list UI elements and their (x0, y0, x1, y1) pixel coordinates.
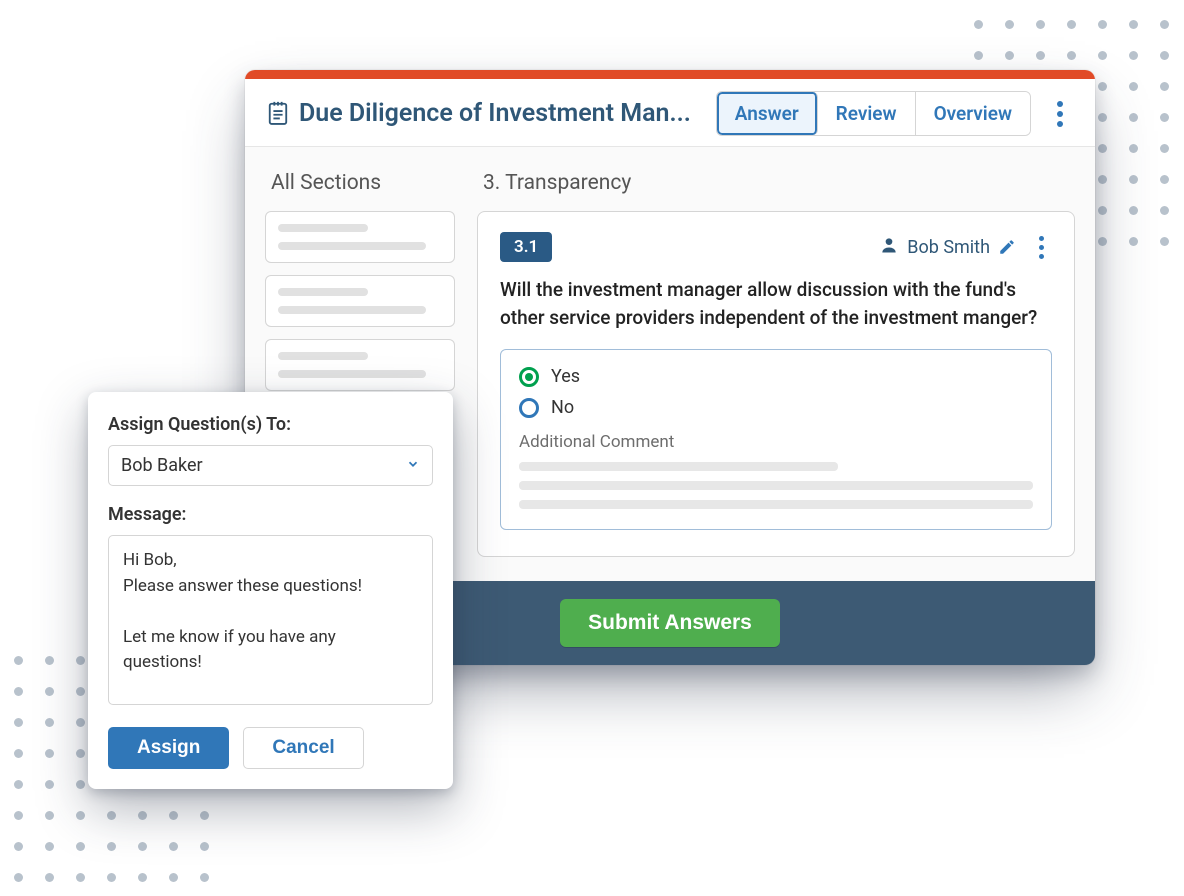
header-options-menu[interactable] (1045, 97, 1075, 131)
sidebar-item[interactable] (265, 339, 455, 391)
document-icon (267, 101, 289, 127)
radio-selected-icon (519, 367, 539, 387)
submit-answers-button[interactable]: Submit Answers (560, 599, 780, 647)
question-number-badge: 3.1 (500, 232, 552, 262)
sidebar-heading: All Sections (265, 165, 455, 211)
answer-box: Yes No Additional Comment (500, 349, 1052, 530)
page-title: Due Diligence of Investment Man... (299, 99, 696, 128)
chevron-down-icon (406, 455, 420, 476)
tab-review[interactable]: Review (818, 92, 916, 135)
assign-to-label: Assign Question(s) To: (108, 414, 433, 435)
sidebar-item[interactable] (265, 211, 455, 263)
section-heading: 3. Transparency (477, 165, 1075, 211)
question-assignee: Bob Smith (879, 234, 1052, 260)
additional-comment-label: Additional Comment (519, 432, 1033, 452)
answer-option-no[interactable]: No (519, 397, 1033, 418)
window-accent-bar (245, 70, 1095, 79)
message-label: Message: (108, 504, 433, 525)
question-text: Will the investment manager allow discus… (500, 276, 1052, 331)
assign-dialog: Assign Question(s) To: Bob Baker Message… (88, 392, 453, 789)
message-textarea[interactable] (108, 535, 433, 705)
selected-assignee: Bob Baker (121, 455, 203, 476)
tab-overview[interactable]: Overview (916, 92, 1030, 135)
window-header: Due Diligence of Investment Man... Answe… (245, 79, 1095, 147)
question-options-menu[interactable] (1030, 234, 1052, 260)
dialog-actions: Assign Cancel (108, 727, 433, 769)
question-card: 3.1 Bob Smith Will the i (477, 211, 1075, 557)
cancel-button[interactable]: Cancel (243, 727, 363, 769)
assign-button[interactable]: Assign (108, 727, 229, 769)
radio-unselected-icon (519, 398, 539, 418)
tab-answer[interactable]: Answer (717, 92, 818, 135)
person-icon (879, 235, 899, 260)
answer-option-yes[interactable]: Yes (519, 366, 1033, 387)
assignee-name: Bob Smith (907, 237, 990, 258)
assignee-select[interactable]: Bob Baker (108, 445, 433, 486)
edit-assignee-button[interactable] (998, 238, 1016, 256)
option-label: Yes (551, 366, 580, 387)
header-tabs: Answer Review Overview (716, 91, 1031, 136)
sidebar-item[interactable] (265, 275, 455, 327)
option-label: No (551, 397, 574, 418)
additional-comment-placeholder[interactable] (519, 462, 1033, 509)
content-area: 3. Transparency 3.1 Bob Smith (477, 165, 1075, 557)
